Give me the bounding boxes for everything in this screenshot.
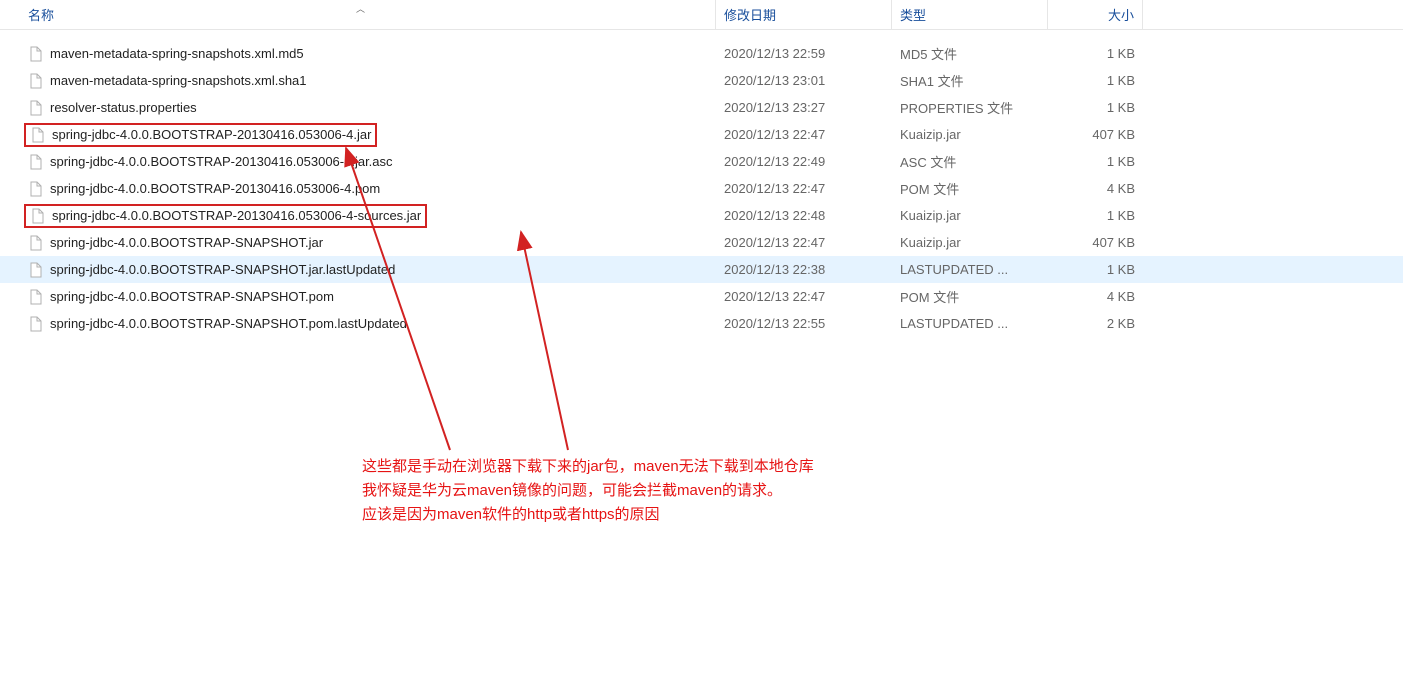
file-name-label: spring-jdbc-4.0.0.BOOTSTRAP-SNAPSHOT.pom [50, 289, 334, 304]
file-date-cell: 2020/12/13 22:38 [716, 256, 892, 283]
file-name-cell: spring-jdbc-4.0.0.BOOTSTRAP-20130416.053… [0, 121, 716, 148]
file-size-cell: 1 KB [1048, 40, 1143, 67]
file-row[interactable]: spring-jdbc-4.0.0.BOOTSTRAP-SNAPSHOT.jar… [0, 229, 1403, 256]
file-date-cell: 2020/12/13 22:59 [716, 40, 892, 67]
file-name-cell: spring-jdbc-4.0.0.BOOTSTRAP-20130416.053… [0, 148, 716, 175]
file-name-cell: spring-jdbc-4.0.0.BOOTSTRAP-20130416.053… [0, 175, 716, 202]
file-row[interactable]: spring-jdbc-4.0.0.BOOTSTRAP-20130416.053… [0, 121, 1403, 148]
annotation-line-2: 我怀疑是华为云maven镜像的问题，可能会拦截maven的请求。 [362, 479, 814, 503]
file-type-cell: POM 文件 [892, 175, 1048, 202]
file-type-cell: POM 文件 [892, 283, 1048, 310]
file-icon [28, 181, 44, 197]
file-name-label: resolver-status.properties [50, 100, 197, 115]
column-type-label: 类型 [900, 5, 926, 24]
file-date-cell: 2020/12/13 22:47 [716, 229, 892, 256]
file-type-cell: Kuaizip.jar [892, 229, 1048, 256]
file-name-label: maven-metadata-spring-snapshots.xml.md5 [50, 46, 304, 61]
file-icon [28, 100, 44, 116]
file-row[interactable]: spring-jdbc-4.0.0.BOOTSTRAP-20130416.053… [0, 148, 1403, 175]
file-size-cell: 1 KB [1048, 94, 1143, 121]
column-name-label: 名称 [28, 5, 54, 24]
file-type-cell: MD5 文件 [892, 40, 1048, 67]
file-type-cell: LASTUPDATED ... [892, 310, 1048, 337]
file-size-cell: 1 KB [1048, 67, 1143, 94]
file-type-cell: ASC 文件 [892, 148, 1048, 175]
file-row[interactable]: resolver-status.properties 2020/12/13 23:… [0, 94, 1403, 121]
annotation-text: 这些都是手动在浏览器下载下来的jar包，maven无法下载到本地仓库 我怀疑是华… [362, 455, 814, 527]
file-type-cell: Kuaizip.jar [892, 202, 1048, 229]
file-row[interactable]: spring-jdbc-4.0.0.BOOTSTRAP-SNAPSHOT.pom… [0, 310, 1403, 337]
file-date-cell: 2020/12/13 22:49 [716, 148, 892, 175]
file-name-label: maven-metadata-spring-snapshots.xml.sha1 [50, 73, 307, 88]
column-header-type[interactable]: 类型 [892, 0, 1048, 29]
file-type-cell: PROPERTIES 文件 [892, 94, 1048, 121]
file-icon [28, 235, 44, 251]
column-header-row: ︿ 名称 修改日期 类型 大小 [0, 0, 1403, 30]
column-header-date[interactable]: 修改日期 [716, 0, 892, 29]
file-name-label: spring-jdbc-4.0.0.BOOTSTRAP-20130416.053… [50, 181, 380, 196]
file-name-cell: maven-metadata-spring-snapshots.xml.sha1 [0, 67, 716, 94]
file-name-label: spring-jdbc-4.0.0.BOOTSTRAP-SNAPSHOT.pom… [50, 316, 407, 331]
file-size-cell: 1 KB [1048, 202, 1143, 229]
file-type-cell: LASTUPDATED ... [892, 256, 1048, 283]
file-size-cell: 2 KB [1048, 310, 1143, 337]
file-row[interactable]: spring-jdbc-4.0.0.BOOTSTRAP-SNAPSHOT.pom… [0, 283, 1403, 310]
file-date-cell: 2020/12/13 22:55 [716, 310, 892, 337]
column-date-label: 修改日期 [724, 5, 776, 24]
file-size-cell: 4 KB [1048, 283, 1143, 310]
file-size-cell: 407 KB [1048, 121, 1143, 148]
file-icon [30, 208, 46, 224]
file-size-cell: 407 KB [1048, 229, 1143, 256]
file-name-label: spring-jdbc-4.0.0.BOOTSTRAP-20130416.053… [52, 127, 371, 142]
column-header-size[interactable]: 大小 [1048, 0, 1143, 29]
file-date-cell: 2020/12/13 22:48 [716, 202, 892, 229]
file-name-label: spring-jdbc-4.0.0.BOOTSTRAP-20130416.053… [52, 208, 421, 223]
file-name-cell: spring-jdbc-4.0.0.BOOTSTRAP-SNAPSHOT.jar… [0, 256, 716, 283]
file-date-cell: 2020/12/13 23:01 [716, 67, 892, 94]
file-name-label: spring-jdbc-4.0.0.BOOTSTRAP-SNAPSHOT.jar… [50, 262, 395, 277]
file-row[interactable]: spring-jdbc-4.0.0.BOOTSTRAP-20130416.053… [0, 175, 1403, 202]
file-row[interactable]: maven-metadata-spring-snapshots.xml.md5 2… [0, 40, 1403, 67]
file-date-cell: 2020/12/13 22:47 [716, 283, 892, 310]
file-name-cell: spring-jdbc-4.0.0.BOOTSTRAP-20130416.053… [0, 202, 716, 229]
file-row[interactable]: maven-metadata-spring-snapshots.xml.sha1… [0, 67, 1403, 94]
file-icon [28, 316, 44, 332]
file-name-cell: spring-jdbc-4.0.0.BOOTSTRAP-SNAPSHOT.pom [0, 283, 716, 310]
file-name-cell: spring-jdbc-4.0.0.BOOTSTRAP-SNAPSHOT.jar [0, 229, 716, 256]
file-icon [30, 127, 46, 143]
column-size-label: 大小 [1108, 5, 1134, 24]
file-date-cell: 2020/12/13 22:47 [716, 175, 892, 202]
file-date-cell: 2020/12/13 22:47 [716, 121, 892, 148]
sort-indicator-icon: ︿ [356, 2, 365, 15]
file-size-cell: 1 KB [1048, 148, 1143, 175]
file-icon [28, 289, 44, 305]
annotation-line-1: 这些都是手动在浏览器下载下来的jar包，maven无法下载到本地仓库 [362, 455, 814, 479]
file-icon [28, 73, 44, 89]
file-size-cell: 1 KB [1048, 256, 1143, 283]
file-name-cell: spring-jdbc-4.0.0.BOOTSTRAP-SNAPSHOT.pom… [0, 310, 716, 337]
file-type-cell: SHA1 文件 [892, 67, 1048, 94]
file-date-cell: 2020/12/13 23:27 [716, 94, 892, 121]
file-name-label: spring-jdbc-4.0.0.BOOTSTRAP-20130416.053… [50, 154, 393, 169]
file-icon [28, 262, 44, 278]
annotation-line-3: 应该是因为maven软件的http或者https的原因 [362, 503, 814, 527]
file-name-label: spring-jdbc-4.0.0.BOOTSTRAP-SNAPSHOT.jar [50, 235, 323, 250]
file-size-cell: 4 KB [1048, 175, 1143, 202]
file-list: maven-metadata-spring-snapshots.xml.md5 2… [0, 30, 1403, 337]
file-name-cell: resolver-status.properties [0, 94, 716, 121]
file-icon [28, 154, 44, 170]
file-icon [28, 46, 44, 62]
file-name-cell: maven-metadata-spring-snapshots.xml.md5 [0, 40, 716, 67]
file-row[interactable]: spring-jdbc-4.0.0.BOOTSTRAP-SNAPSHOT.jar… [0, 256, 1403, 283]
file-row[interactable]: spring-jdbc-4.0.0.BOOTSTRAP-20130416.053… [0, 202, 1403, 229]
file-type-cell: Kuaizip.jar [892, 121, 1048, 148]
